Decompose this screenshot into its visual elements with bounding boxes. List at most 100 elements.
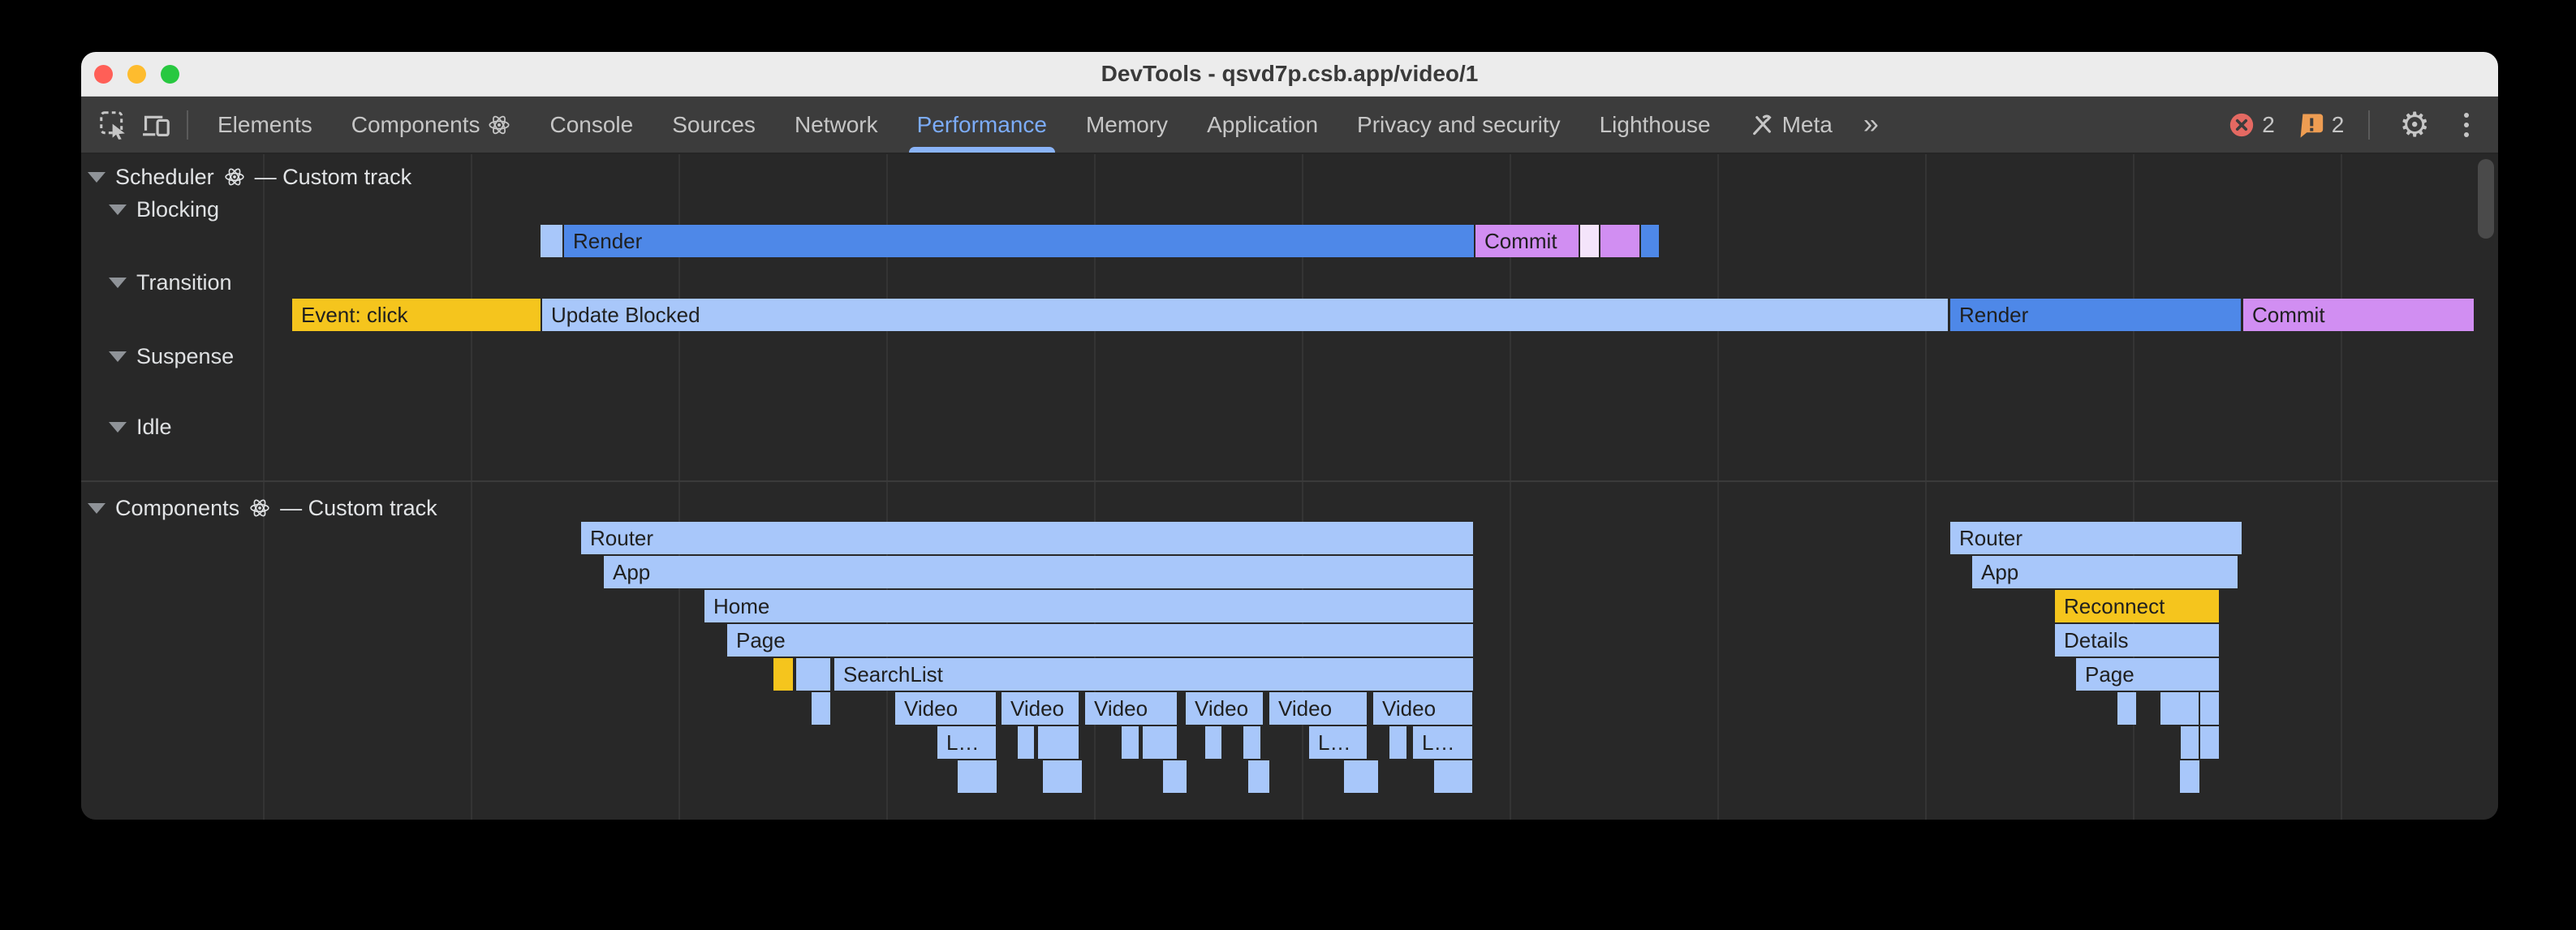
flame-bar-page[interactable]: Page: [2076, 658, 2219, 691]
tab-label: Privacy and security: [1357, 112, 1561, 138]
collapse-triangle-icon[interactable]: [109, 205, 127, 215]
flame-bar-reconnect[interactable]: Reconnect: [2055, 590, 2219, 622]
flame-bar-segment[interactable]: [1205, 726, 1221, 759]
flame-bar-segment[interactable]: [1344, 760, 1378, 793]
flame-bar-video[interactable]: Video: [1085, 692, 1177, 725]
tab-meta[interactable]: Meta: [1730, 97, 1852, 153]
tab-label: Application: [1207, 112, 1318, 138]
issues-badge[interactable]: 2: [2290, 111, 2353, 139]
track-title-components[interactable]: Components— Custom track: [88, 495, 437, 521]
device-toolbar-icon[interactable]: [135, 104, 177, 146]
tab-label: Lighthouse: [1600, 112, 1711, 138]
flame-bar-segment[interactable]: [1038, 726, 1079, 759]
flame-bar-segment[interactable]: [2180, 760, 2199, 793]
gridline: [1925, 154, 1927, 820]
collapse-triangle-icon[interactable]: [109, 351, 127, 362]
flame-bar-video[interactable]: Video: [1002, 692, 1079, 725]
lane-suspense[interactable]: Suspense: [109, 344, 234, 368]
flame-bar-segment[interactable]: [1580, 225, 1599, 257]
track-title-scheduler[interactable]: Scheduler— Custom track: [88, 164, 411, 190]
tab-label: Elements: [218, 112, 312, 138]
toolbar-right-group: 2 2 ⚙: [2220, 108, 2483, 142]
flame-bar-segment[interactable]: [773, 658, 793, 691]
lane-blocking[interactable]: Blocking: [109, 197, 219, 222]
collapse-triangle-icon[interactable]: [109, 422, 127, 433]
flame-bar-video[interactable]: Video: [1186, 692, 1263, 725]
flame-bar-update-blocked[interactable]: Update Blocked: [542, 299, 1948, 331]
lane-label: Transition: [136, 270, 232, 295]
zoom-button[interactable]: [161, 65, 179, 84]
collapse-triangle-icon[interactable]: [88, 172, 106, 183]
flame-bar-segment[interactable]: [1389, 726, 1406, 759]
error-icon: [2228, 111, 2255, 139]
flame-bar-segment[interactable]: [2200, 692, 2219, 725]
flame-bar-router[interactable]: Router: [1950, 522, 2242, 554]
flame-bar-segment[interactable]: [2160, 692, 2199, 725]
flame-bar-commit[interactable]: Commit: [1475, 225, 1579, 257]
more-tabs-icon[interactable]: »: [1852, 109, 1890, 140]
flame-bar-video[interactable]: Video: [1373, 692, 1472, 725]
flame-bar-app[interactable]: App: [1972, 556, 2238, 588]
flame-bar-segment[interactable]: [1043, 760, 1082, 793]
flame-bar-searchlist[interactable]: SearchList: [834, 658, 1473, 691]
tab-label: Console: [549, 112, 633, 138]
tab-components[interactable]: Components: [332, 97, 531, 153]
flame-bar-segment[interactable]: [2200, 726, 2219, 759]
flame-bar-segment[interactable]: [812, 692, 830, 725]
flame-bar-segment[interactable]: [1248, 760, 1269, 793]
flame-bar-event-click[interactable]: Event: click: [292, 299, 541, 331]
flame-bar-segment[interactable]: [1163, 760, 1187, 793]
lane-transition[interactable]: Transition: [109, 270, 232, 295]
flame-bar-segment[interactable]: [1143, 726, 1177, 759]
flame-bar-segment[interactable]: [1122, 726, 1139, 759]
flame-bar-page[interactable]: Page: [727, 624, 1473, 657]
lane-idle[interactable]: Idle: [109, 415, 172, 439]
tab-elements[interactable]: Elements: [198, 97, 332, 153]
flame-bar-router[interactable]: Router: [581, 522, 1473, 554]
tab-memory[interactable]: Memory: [1066, 97, 1187, 153]
minimize-button[interactable]: [127, 65, 146, 84]
flame-bar-segment[interactable]: [1243, 726, 1260, 759]
tab-label: Memory: [1086, 112, 1168, 138]
flame-bar-commit[interactable]: Commit: [2243, 299, 2474, 331]
flame-bar-video[interactable]: Video: [1269, 692, 1367, 725]
flame-bar-segment[interactable]: [1018, 726, 1034, 759]
settings-gear-icon[interactable]: ⚙: [2386, 108, 2443, 142]
flame-bar-segment[interactable]: [1434, 760, 1472, 793]
flame-bar-segment[interactable]: [1600, 225, 1639, 257]
lane-label: Blocking: [136, 197, 219, 222]
tab-network[interactable]: Network: [775, 97, 898, 153]
flame-bar-l[interactable]: L…: [1309, 726, 1367, 759]
flame-bar-l[interactable]: L…: [937, 726, 996, 759]
flame-bar-details[interactable]: Details: [2055, 624, 2219, 657]
flame-bar-segment[interactable]: [796, 658, 830, 691]
inspect-element-icon[interactable]: [93, 104, 135, 146]
flame-bar-video[interactable]: Video: [895, 692, 996, 725]
track-suffix: — Custom track: [255, 165, 412, 190]
tab-performance[interactable]: Performance: [898, 97, 1066, 153]
tab-lighthouse[interactable]: Lighthouse: [1580, 97, 1730, 153]
flame-bar-render[interactable]: Render: [1950, 299, 2241, 331]
flame-bar-segment[interactable]: [541, 225, 562, 257]
flame-bar-segment[interactable]: [2181, 726, 2199, 759]
flame-bar-segment[interactable]: [958, 760, 997, 793]
tab-privacy-and-security[interactable]: Privacy and security: [1338, 97, 1580, 153]
tab-console[interactable]: Console: [530, 97, 653, 153]
more-options-icon[interactable]: [2449, 113, 2483, 137]
flame-bar-l[interactable]: L…: [1413, 726, 1472, 759]
tab-label: Sources: [672, 112, 756, 138]
tab-sources[interactable]: Sources: [653, 97, 775, 153]
tab-label: Network: [795, 112, 878, 138]
flame-bar-segment[interactable]: [2117, 692, 2136, 725]
console-errors-badge[interactable]: 2: [2220, 111, 2283, 139]
toolbar-separator: [187, 110, 188, 140]
vertical-scrollbar-thumb[interactable]: [2478, 159, 2494, 239]
collapse-triangle-icon[interactable]: [88, 503, 106, 514]
collapse-triangle-icon[interactable]: [109, 278, 127, 288]
tab-application[interactable]: Application: [1187, 97, 1338, 153]
flame-bar-segment[interactable]: [1641, 225, 1659, 257]
flame-bar-home[interactable]: Home: [704, 590, 1473, 622]
flame-bar-app[interactable]: App: [604, 556, 1473, 588]
flame-bar-render[interactable]: Render: [564, 225, 1474, 257]
close-button[interactable]: [94, 65, 113, 84]
